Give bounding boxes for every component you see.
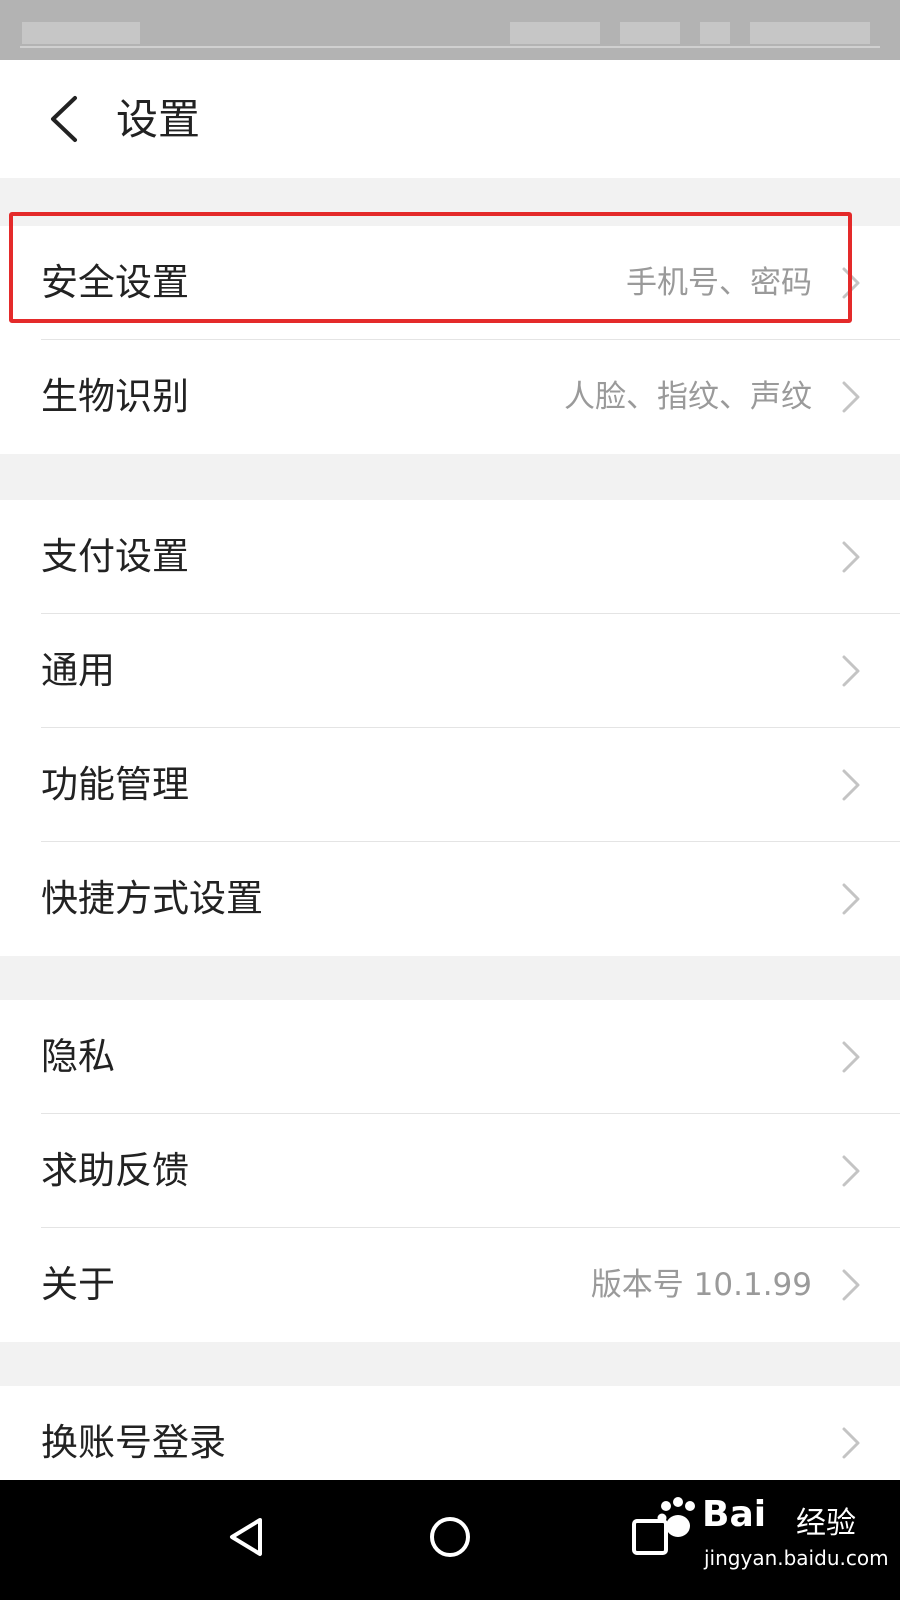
row-label: 关于 — [41, 1263, 115, 1306]
chevron-right-icon — [842, 655, 860, 687]
paw-logo-icon — [657, 1497, 695, 1537]
blurred-status-block — [510, 22, 600, 44]
settings-group-account: 安全设置 手机号、密码 生物识别 人脸、指纹、声纹 — [0, 226, 900, 454]
row-detail: 版本号 10.1.99 — [590, 1267, 812, 1303]
watermark-suffix: 经验 — [796, 1506, 856, 1541]
baidu-jingyan-watermark: Bai 经验 jingyan.baidu.com — [652, 1490, 889, 1585]
watermark-brand: Bai — [702, 1494, 767, 1535]
watermark-url: jingyan.baidu.com — [704, 1546, 889, 1570]
settings-row-help-feedback[interactable]: 求助反馈 — [0, 1114, 900, 1228]
row-detail: 手机号、密码 — [626, 265, 812, 301]
row-detail: 人脸、指纹、声纹 — [564, 379, 812, 415]
chevron-right-icon — [842, 1041, 860, 1073]
settings-row-security[interactable]: 安全设置 手机号、密码 — [0, 226, 900, 340]
nav-home-button[interactable] — [415, 1502, 485, 1572]
nav-back-button[interactable] — [212, 1502, 282, 1572]
chevron-right-icon — [842, 1427, 860, 1459]
chevron-left-icon — [51, 96, 77, 142]
back-triangle-icon — [230, 1518, 262, 1556]
blurred-status-block — [22, 22, 140, 44]
chevron-right-icon — [842, 541, 860, 573]
chevron-right-icon — [842, 883, 860, 915]
row-label: 生物识别 — [41, 375, 189, 418]
row-label: 功能管理 — [41, 763, 189, 806]
blurred-status-block — [620, 22, 680, 44]
row-label: 通用 — [41, 649, 115, 692]
row-label: 安全设置 — [41, 261, 189, 304]
settings-row-privacy[interactable]: 隐私 — [0, 1000, 900, 1114]
title-bar: 设置 — [0, 60, 900, 178]
chevron-right-icon — [842, 267, 860, 299]
status-bar — [0, 0, 900, 60]
settings-row-features[interactable]: 功能管理 — [0, 728, 900, 842]
chevron-right-icon — [842, 1155, 860, 1187]
page-title: 设置 — [116, 95, 201, 144]
status-divider — [20, 46, 880, 48]
row-label: 求助反馈 — [41, 1149, 189, 1192]
row-label: 支付设置 — [41, 535, 189, 578]
settings-group-general: 支付设置 通用 功能管理 快捷方式设置 — [0, 500, 900, 956]
chevron-right-icon — [842, 1269, 860, 1301]
row-label: 快捷方式设置 — [41, 877, 263, 920]
back-button[interactable] — [36, 86, 92, 152]
system-navigation-bar: Bai 经验 jingyan.baidu.com — [0, 1480, 900, 1600]
chevron-right-icon — [842, 381, 860, 413]
home-circle-icon — [430, 1517, 470, 1557]
row-label: 隐私 — [41, 1035, 115, 1078]
blurred-status-block — [700, 22, 730, 44]
settings-row-about[interactable]: 关于 版本号 10.1.99 — [0, 1228, 900, 1342]
settings-row-biometrics[interactable]: 生物识别 人脸、指纹、声纹 — [0, 340, 900, 454]
chevron-right-icon — [842, 769, 860, 801]
blurred-status-block — [750, 22, 870, 44]
settings-group-about: 隐私 求助反馈 关于 版本号 10.1.99 — [0, 1000, 900, 1342]
settings-row-shortcuts[interactable]: 快捷方式设置 — [0, 842, 900, 956]
settings-row-payment[interactable]: 支付设置 — [0, 500, 900, 614]
settings-row-general[interactable]: 通用 — [0, 614, 900, 728]
row-label: 换账号登录 — [41, 1421, 226, 1464]
